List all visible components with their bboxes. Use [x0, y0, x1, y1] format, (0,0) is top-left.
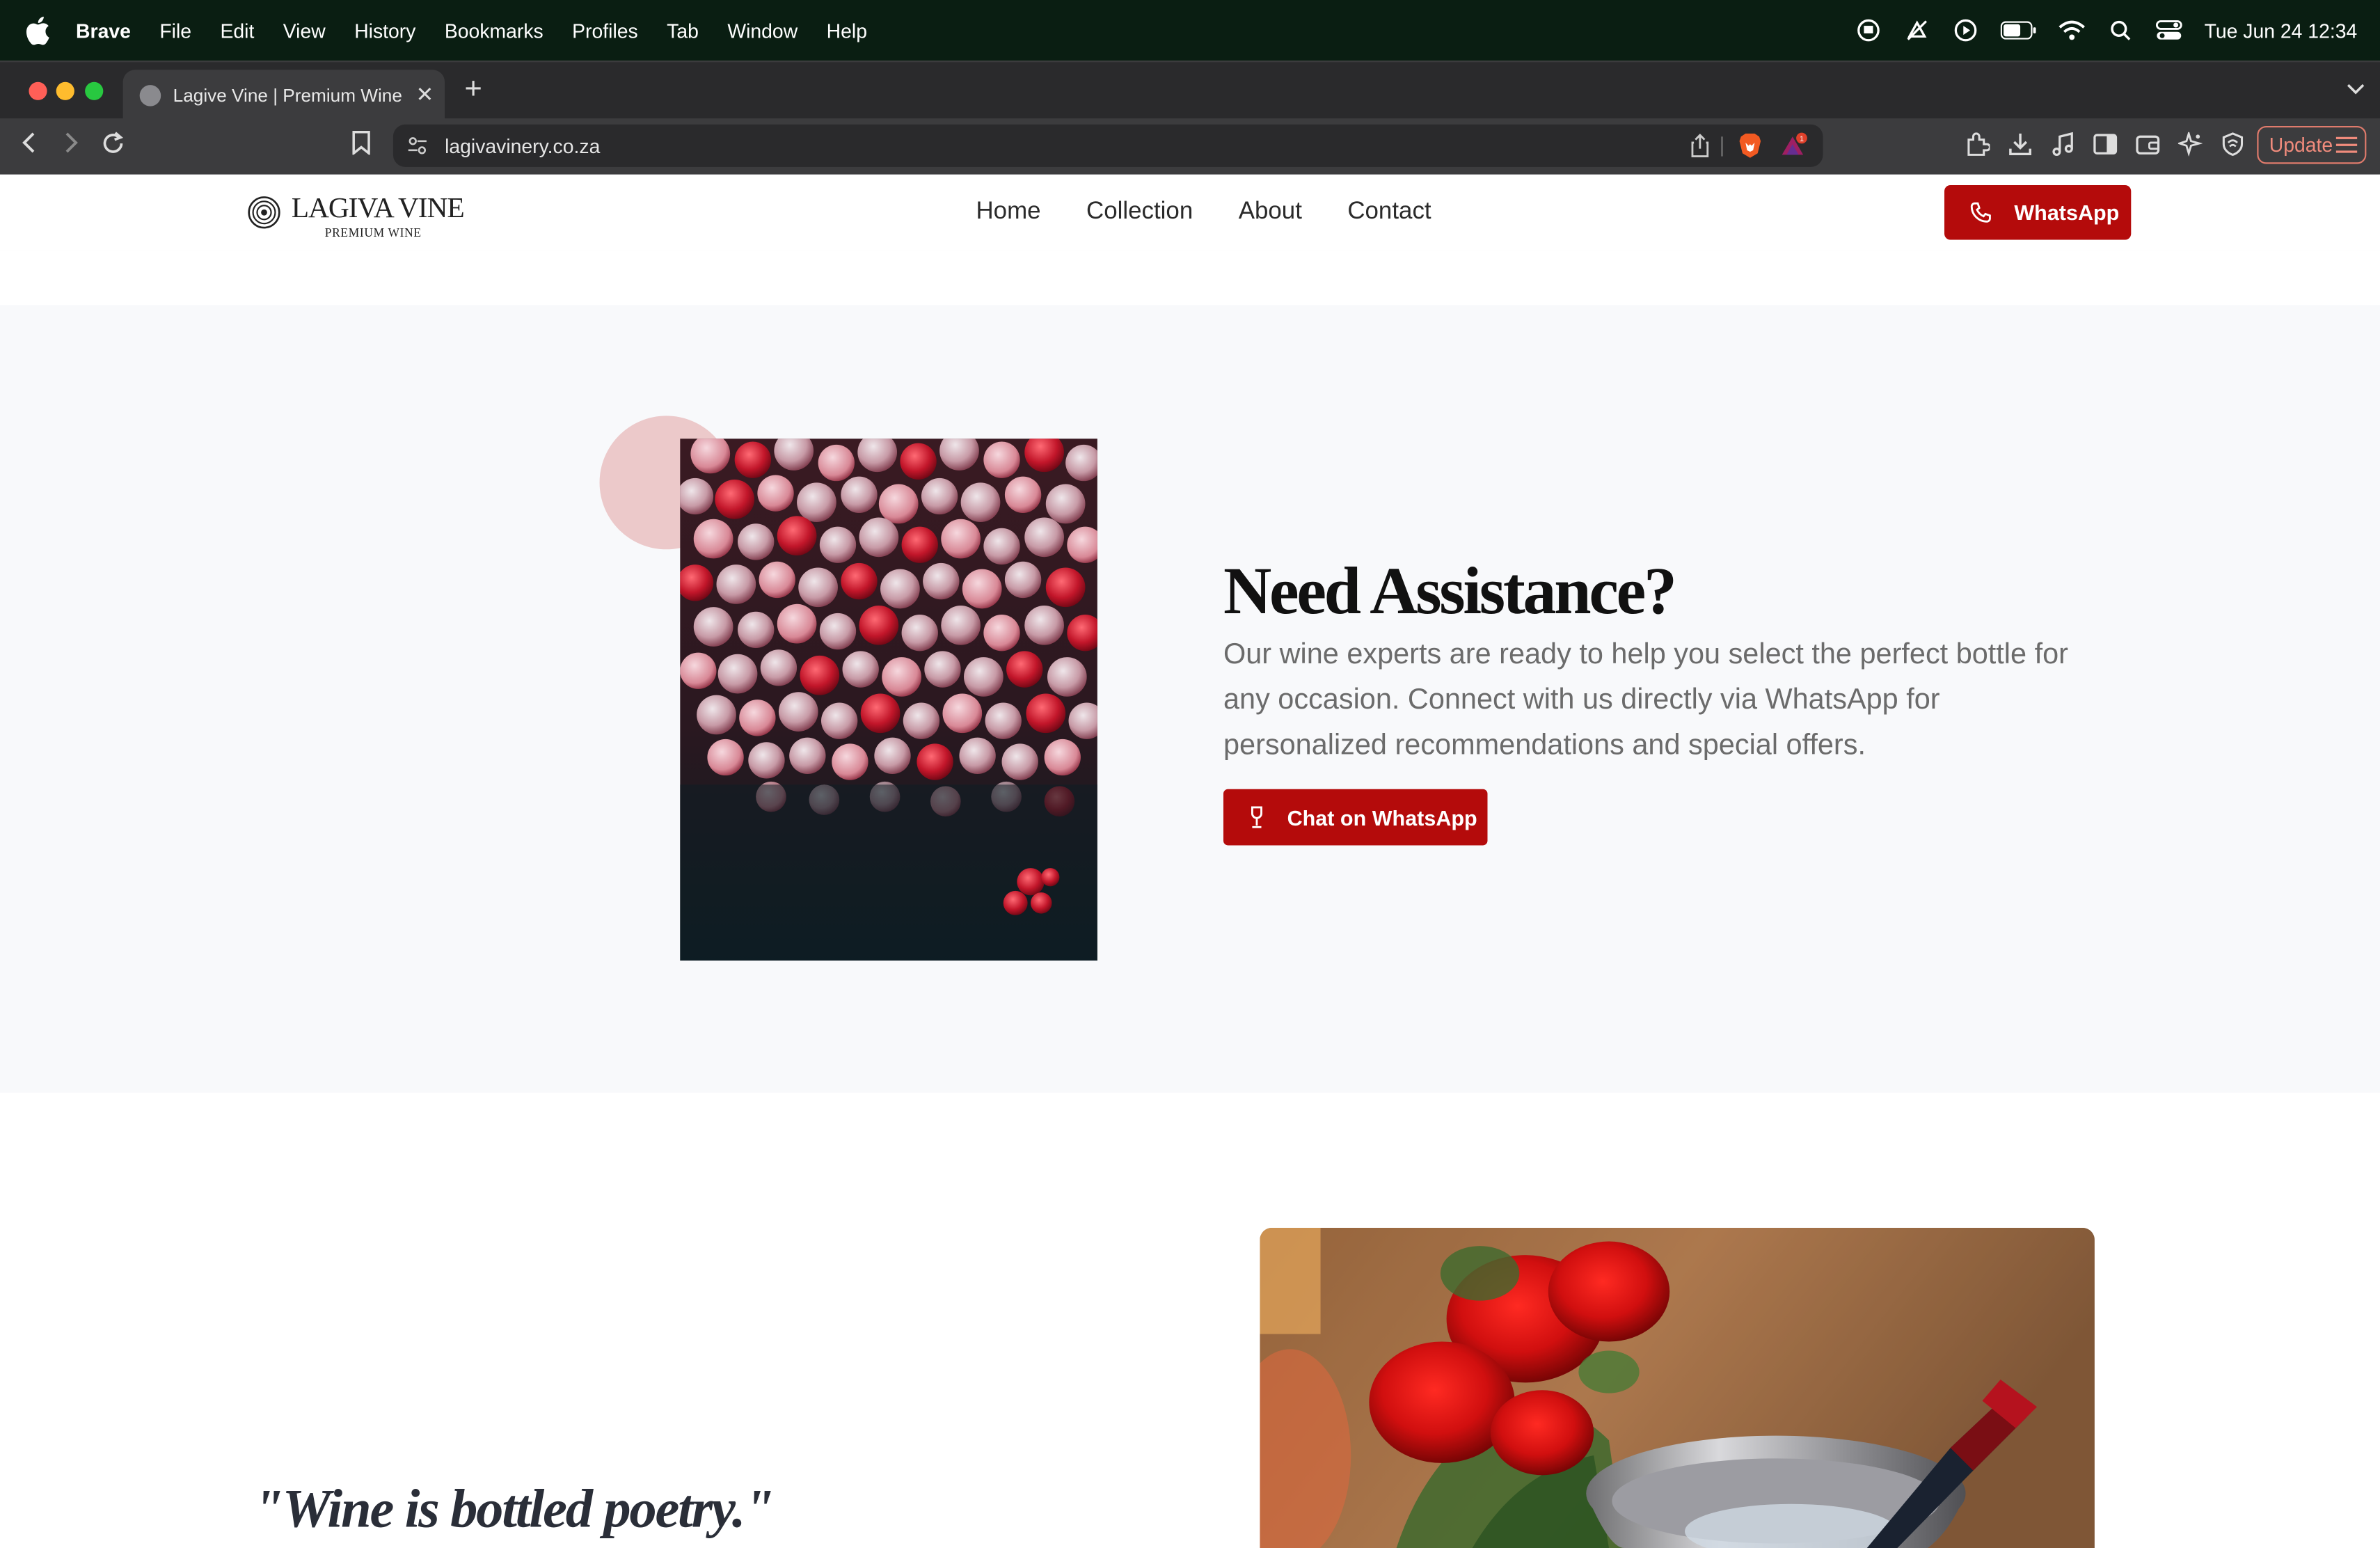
- battery-icon[interactable]: [2001, 18, 2037, 42]
- wifi-icon[interactable]: [2058, 18, 2086, 42]
- browser-tab-strip: Lagive Vine | Premium Wine C ✕ +: [0, 61, 2380, 120]
- close-window-button[interactable]: [29, 81, 47, 100]
- brave-shields-icon[interactable]: [1738, 132, 1762, 159]
- reload-button[interactable]: [100, 131, 126, 164]
- site-header: LAGIVA VINE PREMIUM WINE Home Collection…: [0, 174, 2380, 251]
- menu-app-name[interactable]: Brave: [76, 19, 131, 42]
- update-label: Update: [2269, 133, 2333, 157]
- wallet-icon[interactable]: [2134, 131, 2161, 158]
- brave-rewards-icon[interactable]: 1: [1780, 132, 1807, 159]
- header-whatsapp-button[interactable]: WhatsApp: [1944, 185, 2132, 240]
- nav-home[interactable]: Home: [976, 199, 1040, 226]
- update-button[interactable]: Update: [2257, 125, 2367, 164]
- rewards-badge-count: 1: [1800, 135, 1804, 143]
- menu-view[interactable]: View: [283, 19, 326, 42]
- control-center-icon[interactable]: [2156, 18, 2183, 42]
- wine-quote: "Wine is bottled poetry.": [253, 1478, 775, 1539]
- active-tab[interactable]: Lagive Vine | Premium Wine C ✕: [122, 70, 445, 120]
- assistance-section: Need Assistance? Our wine experts are re…: [0, 305, 2380, 1093]
- bookmark-icon[interactable]: [351, 130, 372, 163]
- zoom-window-button[interactable]: [85, 81, 104, 100]
- screen-sharing-icon[interactable]: [1855, 18, 1882, 42]
- logo-name: LAGIVA VINE: [291, 192, 465, 225]
- nav-about[interactable]: About: [1239, 199, 1302, 226]
- quote-section: "Wine is bottled poetry.": [0, 1092, 2380, 1548]
- share-icon[interactable]: [1690, 134, 1711, 158]
- menu-history[interactable]: History: [354, 19, 415, 42]
- menu-file[interactable]: File: [159, 19, 191, 42]
- nav-collection[interactable]: Collection: [1086, 199, 1193, 226]
- screen: Brave File Edit View History Bookmarks P…: [0, 0, 2380, 1548]
- sidebar-toggle-icon[interactable]: [2092, 131, 2119, 158]
- leo-ai-icon[interactable]: [2177, 131, 2204, 158]
- tab-favicon-icon: [139, 84, 161, 106]
- search-icon[interactable]: [2107, 18, 2134, 42]
- menubar-clock[interactable]: Tue Jun 24 12:34: [2205, 19, 2358, 42]
- main-nav: Home Collection About Contact: [976, 175, 1477, 251]
- nav-contact[interactable]: Contact: [1347, 199, 1431, 226]
- header-spacer: [0, 250, 2380, 306]
- wine-glass-icon: [1251, 806, 1262, 828]
- new-tab-button[interactable]: +: [464, 73, 482, 108]
- site-logo[interactable]: LAGIVA VINE PREMIUM WINE: [248, 192, 468, 240]
- menu-window[interactable]: Window: [727, 19, 798, 42]
- macos-menu-bar: Brave File Edit View History Bookmarks P…: [0, 0, 2380, 61]
- status-area: Tue Jun 24 12:34: [1834, 0, 2357, 61]
- toolbar-actions: [1964, 131, 2246, 158]
- chat-on-whatsapp-label: Chat on WhatsApp: [1287, 805, 1477, 830]
- menu-help[interactable]: Help: [827, 19, 867, 42]
- focus-icon[interactable]: [1904, 18, 1931, 42]
- url-separator: [1721, 136, 1723, 157]
- menu-hamburger-icon: [2335, 136, 2358, 153]
- site-settings-icon[interactable]: [407, 135, 429, 157]
- menu-edit[interactable]: Edit: [220, 19, 254, 42]
- url-text[interactable]: lagivavinery.co.za: [445, 134, 600, 157]
- assistance-heading: Need Assistance?: [1223, 553, 1677, 629]
- forward-button[interactable]: [62, 131, 80, 163]
- browser-toolbar: lagivavinery.co.za 1 Update: [0, 118, 2380, 175]
- assistance-description: Our wine experts are ready to help you s…: [1223, 638, 2068, 762]
- address-bar[interactable]: lagivavinery.co.za 1: [392, 124, 1823, 167]
- menu-tab[interactable]: Tab: [667, 19, 699, 42]
- chat-on-whatsapp-button[interactable]: Chat on WhatsApp: [1223, 789, 1488, 846]
- phone-icon: [1970, 202, 1991, 223]
- roses-wine-bucket-image: [1260, 1227, 2095, 1548]
- menu-list: Brave File Edit View History Bookmarks P…: [76, 0, 896, 61]
- tab-title: Lagive Vine | Premium Wine C: [173, 84, 404, 106]
- frozen-berries-image: [680, 439, 1097, 961]
- media-music-icon[interactable]: [2049, 131, 2077, 158]
- tab-list-chevron-icon[interactable]: [2347, 77, 2365, 100]
- header-whatsapp-label: WhatsApp: [2014, 200, 2120, 225]
- play-icon[interactable]: [1953, 18, 1980, 42]
- apple-icon[interactable]: [26, 15, 50, 46]
- menu-bookmarks[interactable]: Bookmarks: [445, 19, 544, 42]
- extensions-icon[interactable]: [1964, 131, 1991, 158]
- back-button[interactable]: [19, 131, 38, 163]
- minimize-window-button[interactable]: [56, 81, 74, 100]
- menu-profiles[interactable]: Profiles: [572, 19, 638, 42]
- vpn-shield-icon[interactable]: [2219, 131, 2246, 158]
- download-icon[interactable]: [2006, 131, 2033, 158]
- logo-emblem-icon: [248, 196, 280, 229]
- logo-subtitle: PREMIUM WINE: [324, 226, 422, 240]
- close-tab-icon[interactable]: ✕: [416, 82, 434, 108]
